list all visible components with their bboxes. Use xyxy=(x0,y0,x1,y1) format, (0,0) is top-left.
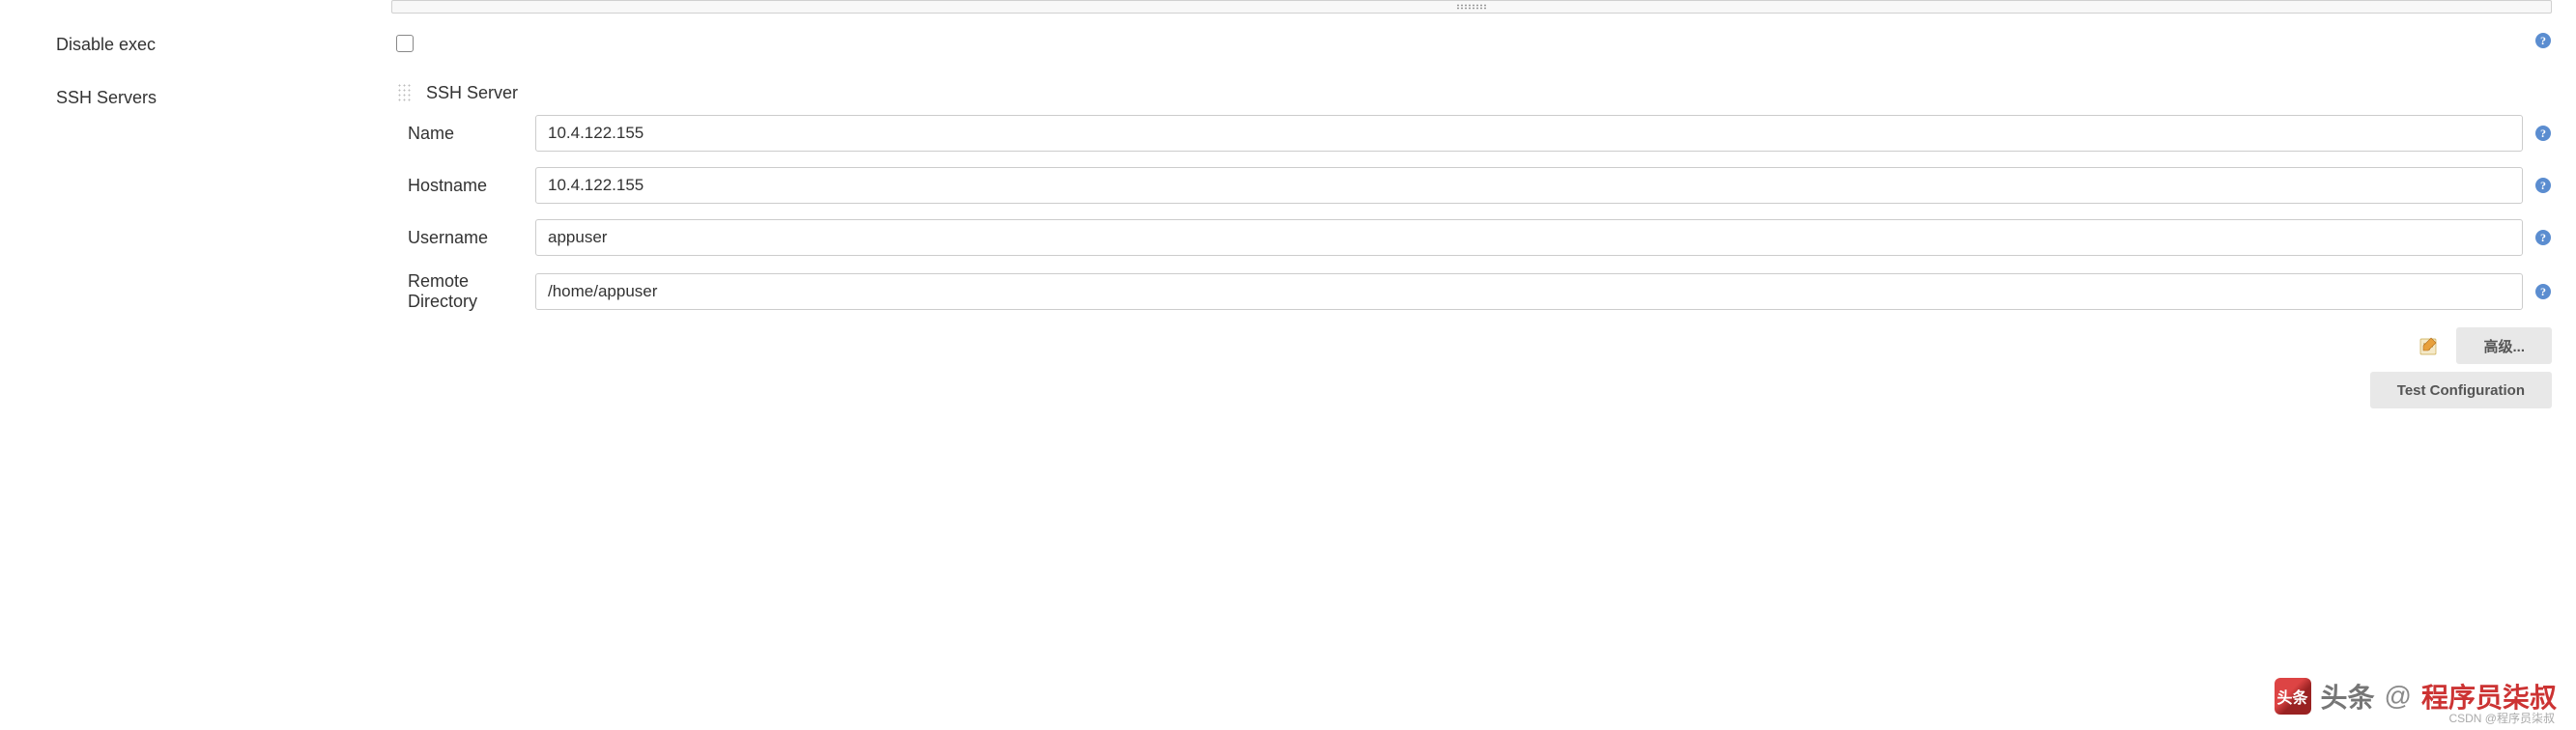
svg-text:?: ? xyxy=(2540,231,2546,244)
remote-directory-field-row: Remote Directory ? xyxy=(392,271,2552,312)
username-field-row: Username ? xyxy=(392,219,2552,256)
ssh-server-block: SSH Server Name ? Hostname ? xyxy=(392,82,2552,408)
hostname-label: Hostname xyxy=(408,176,535,196)
form-container: Disable exec ? SSH Servers SSH Server Na… xyxy=(56,29,2552,418)
drag-handle-icon[interactable] xyxy=(396,82,412,103)
advanced-button[interactable]: 高级... xyxy=(2456,327,2552,364)
resize-handle[interactable] xyxy=(391,0,2552,14)
name-input[interactable] xyxy=(535,115,2523,152)
grip-icon xyxy=(1456,4,1487,10)
hostname-input[interactable] xyxy=(535,167,2523,204)
svg-text:?: ? xyxy=(2540,34,2546,47)
hostname-field-row: Hostname ? xyxy=(392,167,2552,204)
help-icon[interactable]: ? xyxy=(2534,32,2552,49)
svg-text:?: ? xyxy=(2540,179,2546,192)
help-icon[interactable]: ? xyxy=(2534,177,2552,194)
disable-exec-content: ? xyxy=(392,29,2552,52)
help-icon[interactable]: ? xyxy=(2534,229,2552,246)
ssh-servers-label: SSH Servers xyxy=(56,82,392,108)
help-icon[interactable]: ? xyxy=(2534,125,2552,142)
ssh-servers-row: SSH Servers SSH Server Name ? Hostname xyxy=(56,82,2552,408)
svg-text:?: ? xyxy=(2540,126,2546,140)
test-button-row: Test Configuration xyxy=(392,364,2552,408)
edit-icon xyxy=(2418,334,2441,357)
disable-exec-row: Disable exec ? xyxy=(56,29,2552,55)
watermark-prefix: 头条 xyxy=(2321,677,2375,716)
watermark-at: @ xyxy=(2385,681,2412,712)
disable-exec-checkbox[interactable] xyxy=(396,35,414,52)
name-field-row: Name ? xyxy=(392,115,2552,152)
remote-directory-input[interactable] xyxy=(535,273,2523,310)
ssh-server-header: SSH Server xyxy=(396,82,2552,103)
remote-directory-label: Remote Directory xyxy=(408,271,535,312)
username-label: Username xyxy=(408,228,535,248)
name-label: Name xyxy=(408,124,535,144)
help-icon[interactable]: ? xyxy=(2534,283,2552,300)
username-input[interactable] xyxy=(535,219,2523,256)
ssh-server-title: SSH Server xyxy=(426,83,518,103)
advanced-button-row: 高级... xyxy=(392,327,2552,364)
svg-text:?: ? xyxy=(2540,285,2546,298)
test-configuration-button[interactable]: Test Configuration xyxy=(2370,372,2552,408)
disable-exec-label: Disable exec xyxy=(56,29,392,55)
watermark-sub: CSDN @程序员柒叔 xyxy=(2448,710,2555,726)
watermark-logo-icon: 头条 xyxy=(2275,678,2311,715)
